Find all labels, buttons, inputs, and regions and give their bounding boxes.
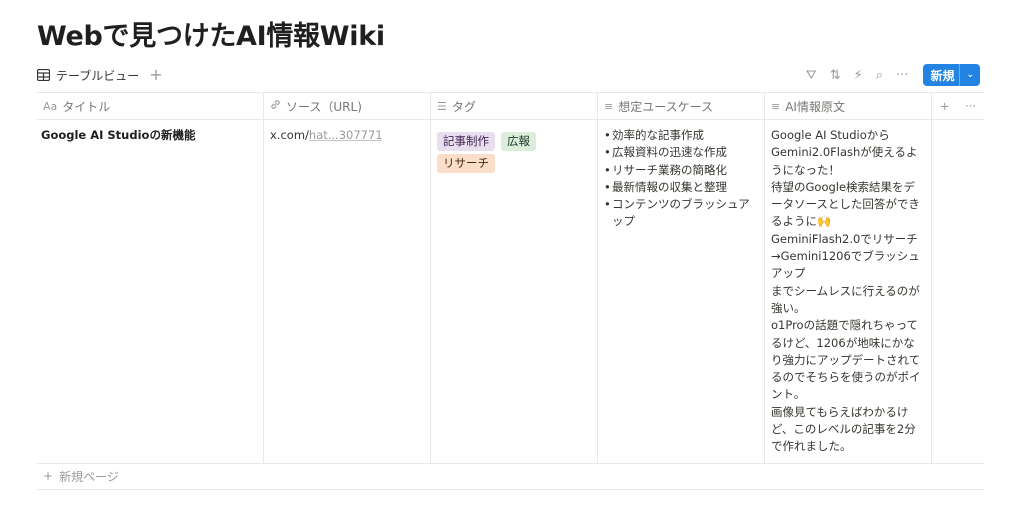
add-column-button[interactable]: + [940,99,950,113]
tag-badge[interactable]: 記事制作 [437,132,495,151]
chevron-down-icon[interactable]: ⌄ [959,64,980,86]
search-icon[interactable]: ⌕ [876,68,883,83]
list-item: 最新情報の収集と整理 [604,179,758,197]
text-type-icon: Aa [43,99,58,113]
column-header-title[interactable]: Aa タイトル [37,93,264,119]
column-label: ソース（URL) [286,99,362,114]
text-lines-icon: ≡ [771,99,781,113]
page-title: Webで見つけたAI情報Wiki [37,21,385,52]
lightning-icon[interactable]: ⚡ [854,68,863,83]
new-button[interactable]: 新規 ⌄ [923,64,980,86]
column-label: 想定ユースケース [618,99,714,114]
table-row[interactable]: Google AI Studioの新機能 x.com/hat...307771 … [37,120,984,464]
table-header-row: Aa タイトル ソース（URL) ☰ タグ ≡ 想定ユースケース ≡ AI情報原… [37,93,984,120]
list-item: 効率的な記事作成 [604,127,758,145]
tag-badge[interactable]: 広報 [501,132,536,151]
cell-title[interactable]: Google AI Studioの新機能 [37,120,264,463]
list-icon: ☰ [437,99,447,113]
column-label: AI情報原文 [785,99,845,114]
column-header-source[interactable]: ソース（URL) [264,93,431,119]
filter-icon[interactable]: ⛛ [806,68,817,83]
link-icon [270,99,281,113]
use-case-list: 効率的な記事作成 広報資料の迅速な作成 リサーチ業務の簡略化 最新情報の収集と整… [604,127,758,231]
cell-source[interactable]: x.com/hat...307771 [264,120,431,463]
column-header-original[interactable]: ≡ AI情報原文 [765,93,932,119]
toolbar: ⛛ ⇅ ⚡ ⌕ ··· 新規 ⌄ [806,64,980,86]
column-header-tags[interactable]: ☰ タグ [431,93,598,119]
new-page-button[interactable]: + 新規ページ [37,463,984,490]
tab-table-view[interactable]: テーブルビュー [37,67,139,84]
tag-list: 記事制作 広報 リサーチ [437,127,591,173]
more-icon[interactable]: ··· [896,68,908,83]
source-link[interactable]: hat...307771 [309,128,383,142]
table-icon [37,69,50,81]
cell-empty [932,120,984,463]
tab-label: テーブルビュー [56,68,140,83]
column-header-actions: + ··· [932,93,984,119]
add-view-button[interactable]: + [149,67,162,83]
list-item: コンテンツのブラッシュアップ [604,196,758,231]
view-bar: テーブルビュー + ⛛ ⇅ ⚡ ⌕ ··· 新規 ⌄ [37,62,980,88]
new-page-label: 新規ページ [59,469,119,484]
plus-icon: + [43,469,54,483]
column-header-use-case[interactable]: ≡ 想定ユースケース [598,93,765,119]
database-table: Aa タイトル ソース（URL) ☰ タグ ≡ 想定ユースケース ≡ AI情報原… [37,92,984,464]
more-icon[interactable]: ··· [965,99,976,113]
column-label: タイトル [62,99,111,114]
new-button-label[interactable]: 新規 [923,64,959,86]
source-host[interactable]: x.com/ [270,128,309,142]
list-item: リサーチ業務の簡略化 [604,162,758,180]
cell-original-text[interactable]: Google AI Studioから Gemini2.0Flashが使えるように… [765,120,932,463]
cell-tags[interactable]: 記事制作 広報 リサーチ [431,120,598,463]
cell-use-cases[interactable]: 効率的な記事作成 広報資料の迅速な作成 リサーチ業務の簡略化 最新情報の収集と整… [598,120,765,463]
tag-badge[interactable]: リサーチ [437,154,495,173]
sort-icon[interactable]: ⇅ [830,68,841,83]
text-lines-icon: ≡ [604,99,614,113]
column-label: タグ [451,99,476,114]
list-item: 広報資料の迅速な作成 [604,144,758,162]
